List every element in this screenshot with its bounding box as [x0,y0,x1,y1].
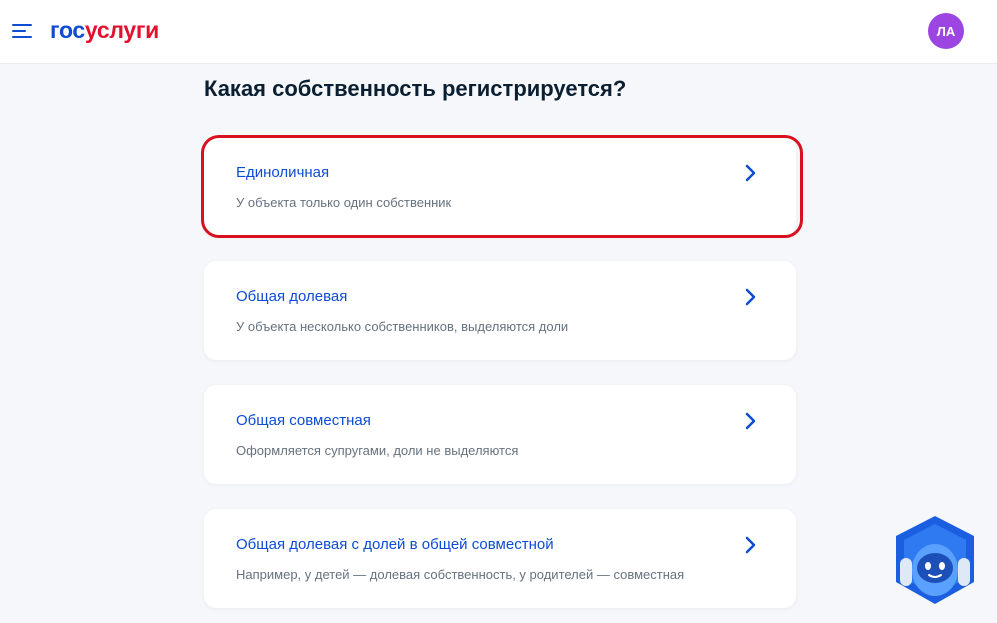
chevron-right-icon [745,288,756,306]
robot-assistant-icon[interactable] [892,514,978,606]
option-description: У объекта только один собственник [236,195,452,210]
option-card-sole[interactable]: Единоличная У объекта только один собств… [204,137,796,236]
chevron-right-icon [745,412,756,430]
option-title: Общая долевая с долей в общей совместной [236,536,554,553]
option-title: Единоличная [236,164,330,181]
hamburger-menu-icon[interactable] [12,22,34,40]
option-description: Например, у детей — долевая собственност… [236,567,685,582]
option-title: Общая долевая [236,288,348,305]
top-header: госуслуги ЛА [0,0,997,63]
gosuslugi-logo[interactable]: госуслуги [50,15,159,45]
option-card-shared[interactable]: Общая долевая У объекта несколько собств… [204,261,796,360]
option-description: Оформляется супругами, доли не выделяютс… [236,443,519,458]
option-description: У объекта несколько собственников, выдел… [236,319,569,334]
option-card-shared-in-joint[interactable]: Общая долевая с долей в общей совместной… [204,509,796,608]
page-title: Какая собственность регистрируется? [204,76,627,101]
user-avatar[interactable]: ЛА [928,13,964,49]
logo-part-uslugi: услуги [84,17,159,43]
option-title: Общая совместная [236,412,371,429]
chevron-right-icon [745,164,756,182]
chevron-right-icon [745,536,756,554]
option-card-joint[interactable]: Общая совместная Оформляется супругами, … [204,385,796,484]
logo-part-gos: гос [50,17,85,43]
